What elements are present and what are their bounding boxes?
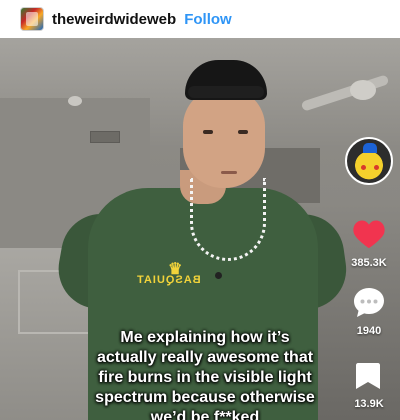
creator-profile-avatar[interactable] (345, 137, 393, 185)
caption-line: Me explaining how it’s (120, 329, 290, 346)
comment-count: 1940 (356, 325, 382, 337)
username[interactable]: theweirdwideweb (52, 11, 176, 28)
like-heart-icon[interactable] (352, 218, 386, 250)
follow-button[interactable]: Follow (184, 11, 232, 28)
cap-band (188, 86, 264, 98)
bookmark-icon[interactable] (355, 362, 381, 390)
necklace-pendant (215, 272, 222, 279)
comment-bubble-icon[interactable] (352, 286, 386, 320)
account-avatar[interactable] (20, 7, 44, 31)
mouth (221, 171, 237, 174)
video-frame[interactable]: ♛ BASQUIAT Me explaining how it’s actual… (0, 38, 400, 420)
caption-line: actually really awesome that (96, 349, 314, 366)
eye-left (203, 130, 213, 134)
caption-line: fire burns in the visible light (98, 369, 312, 386)
video-caption: Me explaining how it’s actually really a… (70, 328, 340, 420)
caption-line: we’d be f**ked (150, 409, 260, 420)
pearl-necklace (190, 178, 266, 261)
like-count: 385.3K (351, 257, 387, 269)
caption-line: spectrum because otherwise (95, 389, 315, 406)
shirt-print: BASQUIAT (136, 274, 201, 286)
eye-right (238, 130, 248, 134)
post-header: theweirdwideweb Follow (0, 0, 400, 38)
save-count: 13.9K (354, 398, 384, 410)
